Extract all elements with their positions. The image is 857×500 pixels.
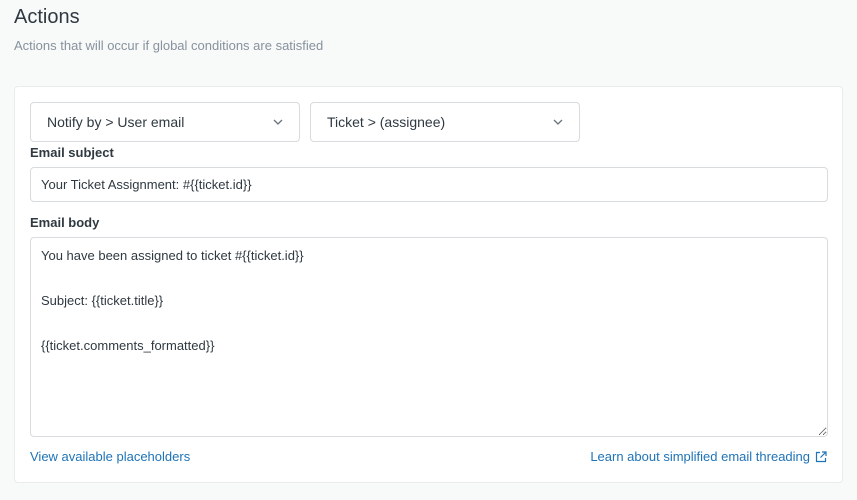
- chevron-down-icon: [272, 116, 284, 128]
- email-threading-link-label: Learn about simplified email threading: [590, 449, 810, 464]
- notify-by-select-value: Notify by > User email: [47, 114, 185, 130]
- page-title: Actions: [14, 6, 80, 28]
- email-subject-input[interactable]: [30, 167, 828, 202]
- view-placeholders-link[interactable]: View available placeholders: [30, 449, 190, 464]
- email-threading-link[interactable]: Learn about simplified email threading: [590, 449, 827, 464]
- page-subtitle: Actions that will occur if global condit…: [14, 38, 324, 53]
- chevron-down-icon: [552, 116, 564, 128]
- email-body-label: Email body: [30, 215, 100, 230]
- recipient-select-value: Ticket > (assignee): [327, 114, 446, 130]
- notify-by-select[interactable]: Notify by > User email: [30, 102, 300, 142]
- actions-panel: Notify by > User email Ticket > (assigne…: [14, 86, 843, 483]
- email-body-textarea[interactable]: [30, 237, 828, 437]
- external-link-icon: [815, 450, 827, 463]
- email-subject-label: Email subject: [30, 145, 114, 160]
- recipient-select[interactable]: Ticket > (assignee): [310, 102, 580, 142]
